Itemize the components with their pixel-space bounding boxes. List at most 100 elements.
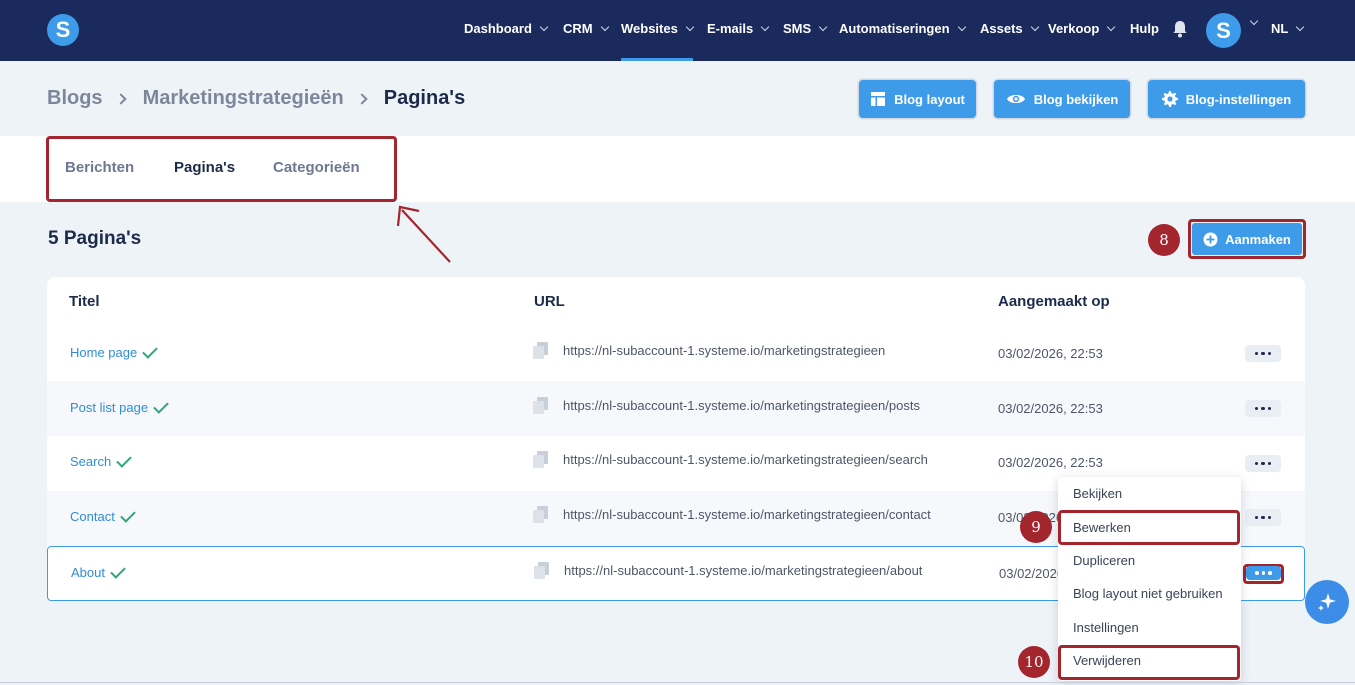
blog-settings-button[interactable]: Blog-instellingen <box>1148 80 1305 118</box>
blog-view-label: Blog bekijken <box>1033 91 1119 107</box>
page-title-link[interactable]: Home page <box>70 342 158 360</box>
nav-item-dashboard[interactable]: Dashboard <box>464 21 549 36</box>
chevron-down-icon <box>957 22 966 31</box>
page-title-text: Contact <box>70 509 115 524</box>
nav-item-assets[interactable]: Assets <box>980 21 1039 36</box>
chevron-down-icon <box>1296 22 1305 31</box>
menu-item-dupliceren[interactable]: Dupliceren <box>1073 553 1135 568</box>
nav-label: Websites <box>621 21 678 36</box>
chevron-right-icon <box>114 92 127 105</box>
menu-item-bekijken[interactable]: Bekijken <box>1073 486 1122 501</box>
row-actions-button[interactable] <box>1245 509 1281 526</box>
blog-view-button[interactable]: Blog bekijken <box>994 80 1130 118</box>
chevron-down-icon[interactable] <box>1249 16 1259 26</box>
chevron-down-icon <box>818 22 828 31</box>
nav-item-automatiseringen[interactable]: Automatiseringen <box>839 21 966 36</box>
nav-item-websites[interactable]: Websites <box>621 21 695 36</box>
annotation-highlight-delete <box>1058 645 1240 680</box>
create-page-label: Aanmaken <box>1225 231 1291 247</box>
nav-label: SMS <box>783 21 812 36</box>
chevron-down-icon <box>600 22 609 31</box>
nav-label: Hulp <box>1130 21 1159 36</box>
menu-item-blog-layout-off[interactable]: Blog layout niet gebruiken <box>1073 586 1223 601</box>
annotation-arrow-icon <box>396 205 451 263</box>
language-label: NL <box>1271 21 1289 36</box>
create-page-button[interactable]: Aanmaken <box>1192 223 1302 255</box>
nav-item-sms[interactable]: SMS <box>783 21 828 36</box>
chevron-down-icon <box>685 22 695 31</box>
column-header-title: Titel <box>69 293 100 310</box>
page-url-text: https://nl-subaccount-1.systeme.io/marke… <box>563 507 931 522</box>
row-actions-button-active[interactable] <box>1246 566 1281 580</box>
page-title-link[interactable]: About <box>71 562 126 580</box>
annotation-marker-10: 10 <box>1018 646 1050 678</box>
top-navigation-bar: S Dashboard CRM Websites E-mails SMS Aut… <box>0 0 1355 61</box>
ai-assistant-button[interactable] <box>1305 580 1349 624</box>
annotation-highlight-edit <box>1058 510 1240 545</box>
page-title-text: Post list page <box>70 400 149 415</box>
copy-icon[interactable] <box>533 342 549 359</box>
breadcrumb-blog-name[interactable]: Marketingstrategieën <box>143 87 344 110</box>
column-header-url: URL <box>534 293 565 310</box>
page-title-text: Home page <box>70 345 138 360</box>
nav-label: Verkoop <box>1048 21 1100 36</box>
sparkle-icon <box>1318 593 1336 611</box>
menu-item-instellingen[interactable]: Instellingen <box>1073 620 1139 635</box>
eye-icon <box>1006 94 1025 104</box>
copy-icon[interactable] <box>533 397 549 414</box>
layout-icon <box>871 92 886 106</box>
page-url-text: https://nl-subaccount-1.systeme.io/marke… <box>563 398 920 413</box>
annotation-marker-9: 9 <box>1020 511 1052 543</box>
gear-icon <box>1161 91 1178 107</box>
nav-item-crm[interactable]: CRM <box>563 21 609 36</box>
nav-label: Dashboard <box>464 21 532 36</box>
check-icon <box>120 506 136 523</box>
active-nav-indicator <box>621 58 693 61</box>
chevron-down-icon <box>1107 22 1116 31</box>
bell-icon[interactable] <box>1172 20 1188 38</box>
column-header-created: Aangemaakt op <box>998 293 1110 310</box>
row-actions-button[interactable] <box>1245 400 1281 417</box>
nav-label: Assets <box>980 21 1023 36</box>
page-url: https://nl-subaccount-1.systeme.io/marke… <box>533 397 920 414</box>
page-url: https://nl-subaccount-1.systeme.io/marke… <box>533 342 886 359</box>
nav-item-emails[interactable]: E-mails <box>707 21 770 36</box>
copy-icon[interactable] <box>533 451 549 468</box>
page-url: https://nl-subaccount-1.systeme.io/marke… <box>533 506 931 523</box>
nav-label: CRM <box>563 21 593 36</box>
page-url-text: https://nl-subaccount-1.systeme.io/marke… <box>563 452 928 467</box>
page-url: https://nl-subaccount-1.systeme.io/marke… <box>534 562 923 579</box>
chevron-down-icon <box>1030 22 1039 31</box>
page-url: https://nl-subaccount-1.systeme.io/marke… <box>533 451 928 468</box>
breadcrumb: Blogs Marketingstrategieën Pagina's <box>47 87 465 110</box>
plus-circle-icon <box>1203 232 1218 246</box>
chevron-down-icon <box>761 22 770 31</box>
row-actions-button[interactable] <box>1245 455 1281 472</box>
table-row: Post list page https://nl-subaccount-1.s… <box>47 381 1305 436</box>
created-date: 03/02/2026, 22:53 <box>998 346 1103 361</box>
nav-item-verkoop[interactable]: Verkoop <box>1048 21 1116 36</box>
page-title-link[interactable]: Search <box>70 451 132 469</box>
check-icon <box>110 562 126 579</box>
language-selector[interactable]: NL <box>1271 21 1305 36</box>
breadcrumb-blogs[interactable]: Blogs <box>47 87 103 110</box>
copy-icon[interactable] <box>533 506 549 523</box>
page-title-link[interactable]: Contact <box>70 506 136 524</box>
systeme-logo[interactable]: S <box>47 14 79 46</box>
nav-item-hulp[interactable]: Hulp <box>1130 21 1159 36</box>
row-actions-button[interactable] <box>1245 345 1281 362</box>
page-title-text: Search <box>70 454 112 469</box>
page-url-text: https://nl-subaccount-1.systeme.io/marke… <box>564 563 923 578</box>
copy-icon[interactable] <box>534 562 550 579</box>
page-url-text: https://nl-subaccount-1.systeme.io/marke… <box>563 343 886 358</box>
pages-count-title: 5 Pagina's <box>48 228 142 249</box>
blog-layout-button[interactable]: Blog layout <box>859 80 976 118</box>
blog-settings-label: Blog-instellingen <box>1185 91 1292 107</box>
page-title-link[interactable]: Post list page <box>70 397 169 415</box>
divider <box>0 682 1355 683</box>
avatar[interactable]: S <box>1206 13 1241 48</box>
blog-layout-label: Blog layout <box>894 91 965 107</box>
check-icon <box>116 451 132 468</box>
page-title: Pagina's <box>383 87 466 109</box>
annotation-highlight-tabs <box>46 136 397 202</box>
